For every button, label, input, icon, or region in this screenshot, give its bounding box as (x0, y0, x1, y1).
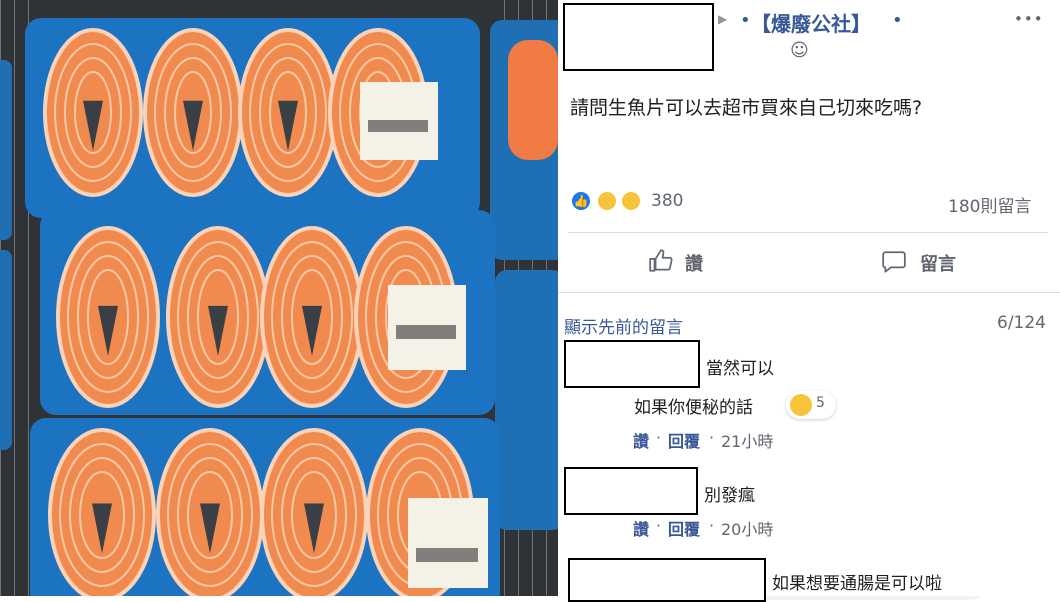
comment-text: 別發瘋 (704, 486, 755, 506)
separator: · (709, 428, 715, 447)
more-icon[interactable]: ••• (1014, 10, 1044, 28)
comment-like-link[interactable]: 讚 (633, 428, 649, 452)
redacted-commenter-name (568, 558, 766, 602)
group-name-link[interactable]: 【爆廢公社】 (751, 8, 871, 37)
comment-reply-link[interactable]: 回覆 (668, 428, 700, 452)
comment-text: 當然可以 (706, 359, 774, 379)
separator: · (656, 516, 662, 535)
comment-count[interactable]: 180則留言 (948, 192, 1031, 217)
like-button-label: 讚 (685, 254, 703, 275)
divider-bottom (558, 292, 1060, 293)
show-previous-comments-link[interactable]: 顯示先前的留言 (564, 313, 683, 338)
separator: · (656, 428, 662, 447)
salmon-photo (0, 0, 558, 596)
reaction-count[interactable]: 380 (651, 191, 683, 211)
wow-reaction-icon (620, 190, 642, 212)
comment-reply-link[interactable]: 回覆 (668, 516, 700, 540)
redacted-poster-name (563, 3, 714, 71)
comment-text: 如果你便秘的話 (634, 398, 753, 418)
privacy-friends-icon: ☺ (790, 40, 809, 61)
comment-button-label: 留言 (920, 254, 956, 275)
group-dot-right: • (892, 10, 903, 31)
like-button[interactable]: 讚 (638, 245, 718, 279)
comment-reaction-count: 5 (816, 395, 825, 411)
comment-icon (882, 251, 906, 273)
redacted-commenter-name (564, 467, 698, 515)
divider-top (568, 232, 1048, 233)
salmon-trays-illustration (0, 0, 558, 596)
comment-counter: 6/124 (997, 313, 1046, 333)
comment-timestamp[interactable]: 20小時 (721, 516, 773, 540)
like-reaction-icon: 👍 (570, 190, 592, 212)
comment-text: 如果想要通腸是可以啦 (772, 574, 942, 594)
haha-reaction-icon (596, 190, 618, 212)
facebook-post-panel: ▶ • 【爆廢公社】 • ••• ☺ 請問生魚片可以去超市買來自己切來吃嗎? 👍… (558, 0, 1060, 602)
thumb-up-icon (649, 249, 673, 272)
post-text: 請問生魚片可以去超市買來自己切來吃嗎? (570, 97, 923, 119)
separator: · (709, 516, 715, 535)
redacted-commenter-name (564, 340, 700, 388)
comment-button[interactable]: 留言 (878, 245, 978, 279)
caret-right-icon: ▶ (718, 12, 728, 26)
comment-like-link[interactable]: 讚 (633, 516, 649, 540)
haha-reaction-icon (790, 394, 812, 416)
comment-timestamp[interactable]: 21小時 (721, 428, 773, 452)
group-dot-left: • (740, 10, 751, 31)
comment-reaction-pill[interactable]: 5 (786, 391, 836, 419)
